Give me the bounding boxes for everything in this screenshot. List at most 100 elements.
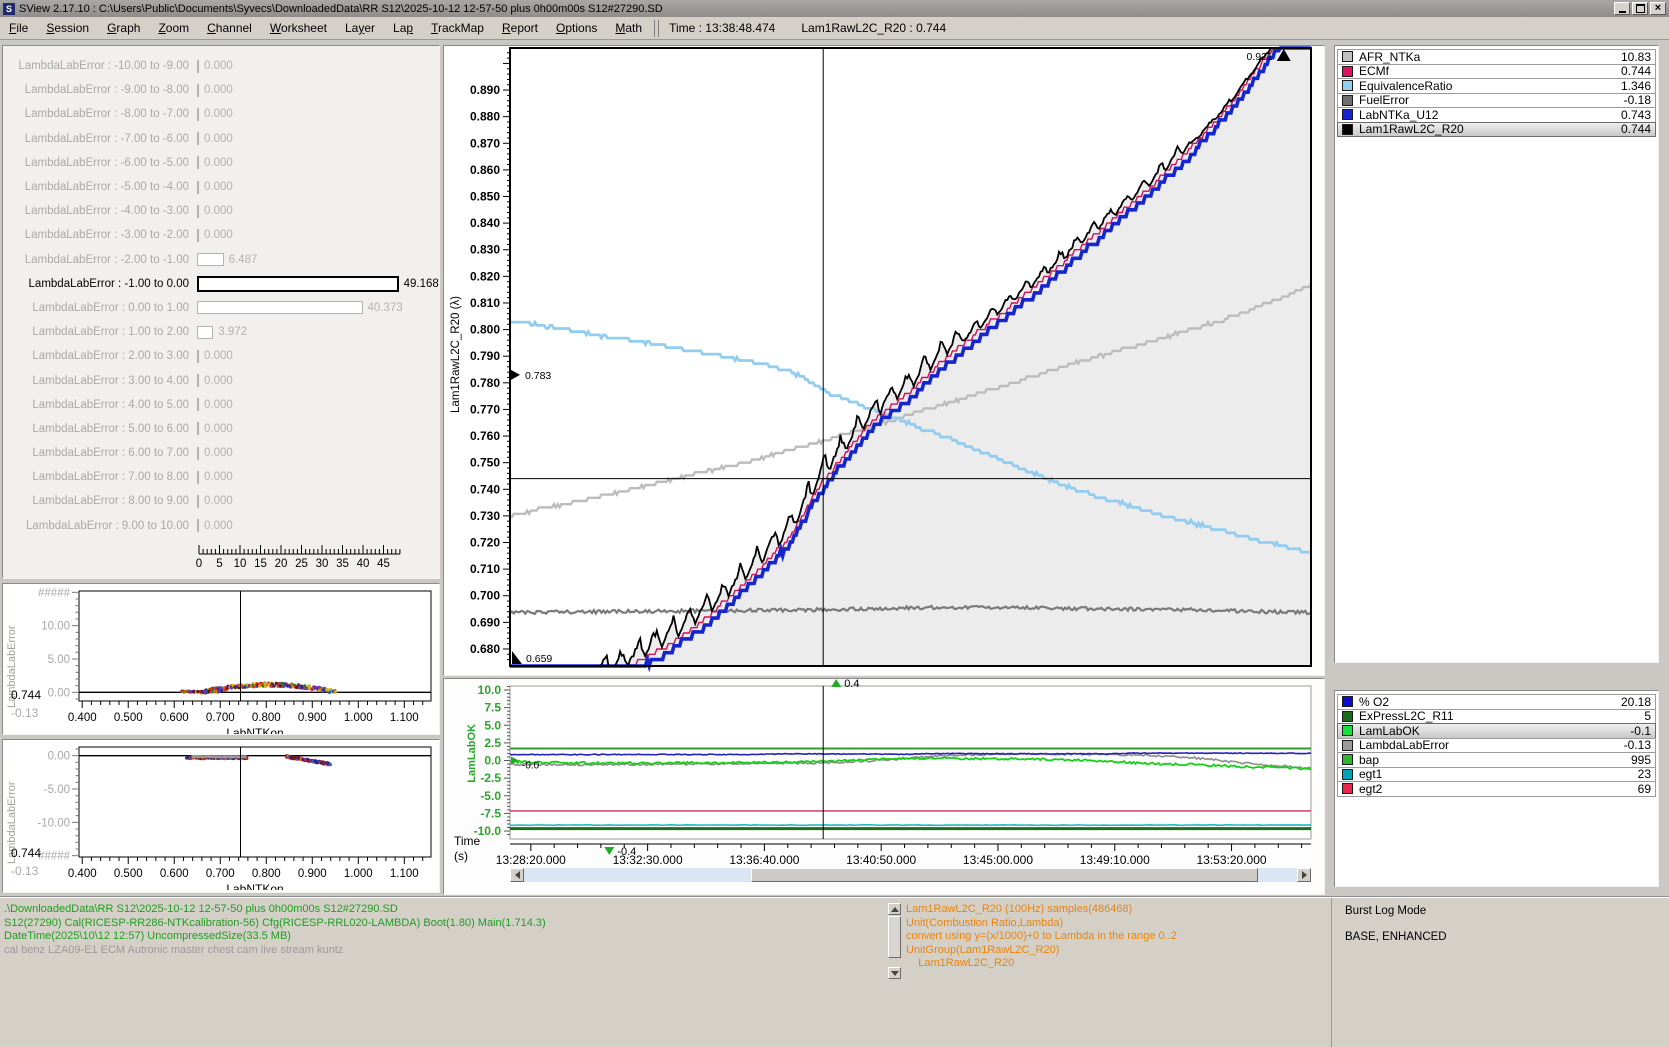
svg-text:0.860: 0.860	[470, 163, 500, 177]
scatter-top-plot[interactable]: 0.4000.5000.6000.7000.8000.9001.0001.100…	[3, 584, 439, 739]
hist-row[interactable]: LambdaLabError : -9.00 to -8.00 0.000	[3, 78, 439, 102]
scrollbar-left-button[interactable]	[510, 868, 524, 882]
hist-row-label: LambdaLabError : 7.00 to 8.00	[3, 471, 189, 483]
scroll-down-icon	[891, 971, 899, 976]
channel-row-lam1rawl2c-r20[interactable]: Lam1RawL2C_R200.744	[1337, 122, 1656, 138]
hist-row[interactable]: LambdaLabError : 8.00 to 9.000.000	[3, 489, 439, 513]
hist-row[interactable]: LambdaLabError : -1.00 to 0.0049.168	[3, 272, 439, 296]
channel-row-lamlabok[interactable]: LamLabOK-0.1	[1337, 723, 1656, 739]
hist-row[interactable]: LambdaLabError : 1.00 to 2.003.972	[3, 320, 439, 344]
scrollbar-right-button[interactable]	[1297, 868, 1311, 882]
hist-row[interactable]: LambdaLabError : -2.00 to -1.006.487	[3, 248, 439, 272]
channel-value: 995	[1631, 753, 1651, 767]
channel-row-afr-ntka[interactable]: AFR_NTKa10.83	[1337, 49, 1656, 65]
hist-row[interactable]: LambdaLabError : 7.00 to 8.000.000	[3, 465, 439, 489]
hist-row[interactable]: LambdaLabError : 9.00 to 10.000.000	[3, 514, 439, 538]
menu-file[interactable]: File	[0, 18, 37, 38]
menu-session[interactable]: Session	[37, 18, 98, 38]
channel-row-bap[interactable]: bap995	[1337, 752, 1656, 768]
channel-row--o2[interactable]: % O220.18	[1337, 694, 1656, 710]
status-readout: Time : 13:38:48.474 Lam1RawL2C_R20 : 0.7…	[664, 21, 946, 35]
svg-text:0.850: 0.850	[470, 190, 500, 204]
log-note-line: cal benz LZA09-E1 ECM Autronic master ch…	[4, 944, 546, 958]
time-scrollbar[interactable]	[510, 868, 1311, 882]
channel-row-ecmf[interactable]: ECMf0.744	[1337, 64, 1656, 80]
hist-row-bar	[197, 229, 199, 242]
hist-row[interactable]: LambdaLabError : 6.00 to 7.000.000	[3, 441, 439, 465]
hist-row[interactable]: LambdaLabError : -3.00 to -2.000.000	[3, 223, 439, 247]
hist-row[interactable]: LambdaLabError : -7.00 to -6.000.000	[3, 127, 439, 151]
main-chart-plot[interactable]: 0.8900.8800.8700.8600.8500.8400.8300.820…	[444, 46, 1324, 680]
channel-info-line: Unit(Combustion Ratio,Lambda)	[906, 917, 1177, 931]
svg-text:0.00: 0.00	[48, 687, 70, 699]
close-button[interactable]: ×	[1650, 2, 1666, 15]
channel-color-swatch	[1342, 124, 1353, 135]
menu-graph[interactable]: Graph	[98, 18, 149, 38]
channel-info-scrollbar[interactable]	[888, 903, 901, 979]
hist-row[interactable]: LambdaLabError : 2.00 to 3.000.000	[3, 344, 439, 368]
scatter-bottom-plot[interactable]: 0.4000.5000.6000.7000.8000.9001.0001.100…	[3, 740, 439, 895]
svg-text:0.800: 0.800	[470, 323, 500, 337]
lambda-error-histogram-panel[interactable]: LambdaLabError : -10.00 to -9.000.000Lam…	[2, 45, 440, 579]
scatter-top-cursor-delta: -0.13	[11, 706, 38, 720]
channel-row-equivalenceratio[interactable]: EquivalenceRatio1.346	[1337, 78, 1656, 94]
svg-text:1.000: 1.000	[344, 868, 373, 880]
sview-window: S SView 2.17.10 : C:\Users\Public\Docume…	[0, 0, 1669, 1047]
channel-info-scroll-thumb[interactable]	[888, 916, 901, 958]
menu-worksheet[interactable]: Worksheet	[261, 18, 336, 38]
hist-row[interactable]: LambdaLabError : 0.00 to 1.0040.373	[3, 296, 439, 320]
hist-row-label: LambdaLabError : -9.00 to -8.00	[3, 84, 189, 96]
title-bar[interactable]: S SView 2.17.10 : C:\Users\Public\Docume…	[0, 0, 1669, 17]
channel-name: AFR_NTKa	[1359, 50, 1621, 64]
svg-text:0.790: 0.790	[470, 349, 500, 363]
channel-row-labntka-u12[interactable]: LabNTKa_U120.743	[1337, 107, 1656, 123]
channel-row-egt1[interactable]: egt123	[1337, 767, 1656, 783]
svg-text:0.810: 0.810	[470, 296, 500, 310]
menu-channel[interactable]: Channel	[198, 18, 261, 38]
svg-text:0.720: 0.720	[470, 536, 500, 550]
scrollbar-thumb[interactable]	[751, 868, 1258, 882]
hist-row[interactable]: LambdaLabError : -8.00 to -7.000.000	[3, 102, 439, 126]
svg-text:0.690: 0.690	[470, 615, 500, 629]
minimize-button[interactable]	[1614, 2, 1630, 15]
main-chart-panel[interactable]: Lam1RawL2C_R20 (λ) 0.8900.8800.8700.8600…	[443, 45, 1325, 676]
channel-row-lambdalaberror[interactable]: LambdaLabError-0.13	[1337, 738, 1656, 754]
svg-text:0.870: 0.870	[470, 136, 500, 150]
lamlabok-chart-panel[interactable]: LamLabOK 10.07.55.02.50.0-2.5-5.0-7.5-10…	[443, 678, 1325, 895]
scroll-right-icon	[1302, 871, 1307, 879]
hist-row[interactable]: LambdaLabError : -6.00 to -5.000.000	[3, 151, 439, 175]
channel-row-egt2[interactable]: egt269	[1337, 781, 1656, 797]
hist-row[interactable]: LambdaLabError : 4.00 to 5.000.000	[3, 393, 439, 417]
channel-info-scroll-up[interactable]	[888, 903, 901, 915]
channel-info-scroll-down[interactable]	[888, 967, 901, 979]
channel-list-top-panel: AFR_NTKa10.83ECMf0.744EquivalenceRatio1.…	[1334, 45, 1659, 663]
hist-row[interactable]: LambdaLabError : 5.00 to 6.000.000	[3, 417, 439, 441]
menu-zoom[interactable]: Zoom	[149, 18, 198, 38]
scatter-bottom-panel[interactable]: LambdaLabError 0.4000.5000.6000.7000.800…	[2, 739, 440, 893]
channel-value: 0.744	[1621, 64, 1651, 78]
menu-layer[interactable]: Layer	[336, 18, 384, 38]
footer-status-area: .\DownloadedData\RR S12\2025-10-12 12-57…	[0, 896, 1669, 1047]
hist-row[interactable]: LambdaLabError : -10.00 to -9.000.000	[3, 54, 439, 78]
menu-report[interactable]: Report	[493, 18, 547, 38]
hist-row[interactable]: LambdaLabError : -5.00 to -4.000.000	[3, 175, 439, 199]
menu-options[interactable]: Options	[547, 18, 606, 38]
svg-text:1.100: 1.100	[390, 712, 419, 724]
menu-trackmap[interactable]: TrackMap	[422, 18, 493, 38]
channel-name: % O2	[1359, 695, 1621, 709]
hist-row[interactable]: LambdaLabError : 3.00 to 4.000.000	[3, 368, 439, 392]
channel-row-fuelerror[interactable]: FuelError-0.18	[1337, 93, 1656, 109]
menu-lap[interactable]: Lap	[384, 18, 422, 38]
channel-value: 20.18	[1621, 695, 1651, 709]
hist-row[interactable]: LambdaLabError : -4.00 to -3.000.000	[3, 199, 439, 223]
hist-row-value: 0.000	[204, 423, 233, 435]
svg-text:45: 45	[377, 558, 390, 570]
channel-row-expressl2c-r11[interactable]: ExPressL2C_R115	[1337, 709, 1656, 725]
scatter-top-panel[interactable]: LambdaLabError 0.4000.5000.6000.7000.800…	[2, 583, 440, 735]
channel-value: 5	[1644, 709, 1651, 723]
svg-text:0.0: 0.0	[484, 754, 501, 768]
restore-button[interactable]	[1632, 2, 1648, 15]
menu-math[interactable]: Math	[606, 18, 651, 38]
channel-name: egt1	[1359, 767, 1638, 781]
hist-row-value: 0.000	[204, 84, 233, 96]
